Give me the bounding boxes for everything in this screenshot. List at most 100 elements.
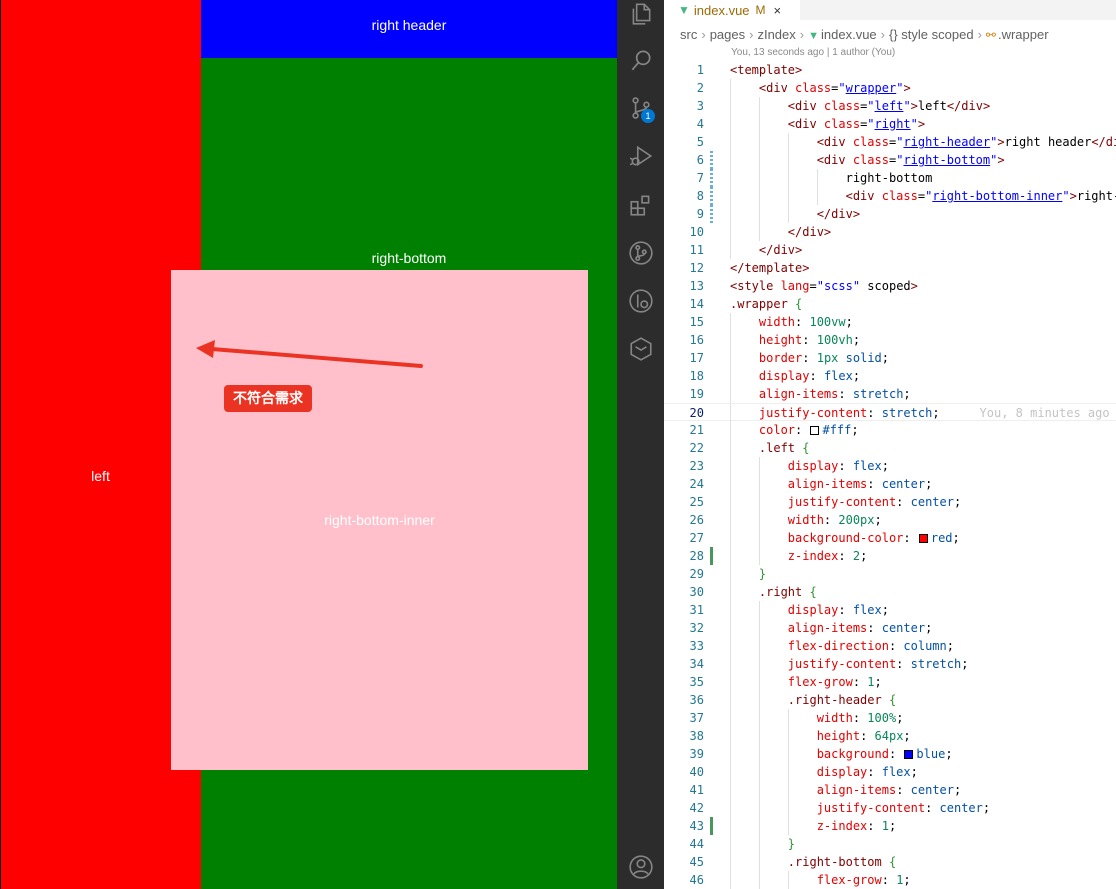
code-text: <div class="right-header">right header</…	[816, 135, 1116, 149]
line-number: 1	[696, 63, 704, 77]
code-line[interactable]: 29 }	[664, 565, 1116, 583]
code-line[interactable]: 39 background: blue;	[664, 745, 1116, 763]
line-number: 44	[689, 837, 704, 851]
code-text: </div>	[816, 207, 861, 221]
run-debug-icon[interactable]	[617, 136, 664, 176]
code-line[interactable]: 21 color: #fff;	[664, 421, 1116, 439]
git-graph-icon[interactable]	[617, 233, 664, 273]
code-line[interactable]: 4 <div class="right">	[664, 115, 1116, 133]
code-line[interactable]: 46 flex-grow: 1;	[664, 871, 1116, 889]
code-line[interactable]: 38 height: 64px;	[664, 727, 1116, 745]
code-line[interactable]: 19 align-items: stretch;	[664, 385, 1116, 403]
color-swatch-icon[interactable]	[918, 534, 928, 543]
code-line[interactable]: 44 }	[664, 835, 1116, 853]
code-line[interactable]: 17 border: 1px solid;	[664, 349, 1116, 367]
breadcrumb-item[interactable]: {} style scoped	[889, 27, 974, 42]
code-line[interactable]: 3 <div class="left">left</div>	[664, 97, 1116, 115]
code-text: width: 100%;	[816, 711, 904, 725]
extensions-icon[interactable]	[617, 185, 664, 225]
code-line[interactable]: 6 <div class="right-bottom">	[664, 151, 1116, 169]
code-text: .right-bottom {	[787, 855, 897, 869]
source-control-icon[interactable]	[617, 88, 664, 128]
code-line[interactable]: 41 align-items: center;	[664, 781, 1116, 799]
color-swatch-icon[interactable]	[904, 750, 914, 759]
git-change-marker[interactable]	[710, 817, 713, 835]
code-line[interactable]: 15 width: 100vw;	[664, 313, 1116, 331]
code-line[interactable]: 42 justify-content: center;	[664, 799, 1116, 817]
blame-codelens[interactable]: You, 13 seconds ago | 1 author (You)	[731, 47, 895, 58]
code-line[interactable]: 35 flex-grow: 1;	[664, 673, 1116, 691]
selector-icon: ⚯	[985, 28, 996, 42]
code-text: height: 64px;	[816, 729, 911, 743]
code-line[interactable]: 30 .right {	[664, 583, 1116, 601]
line-number: 18	[689, 369, 704, 383]
git-change-marker[interactable]	[710, 547, 713, 565]
color-swatch-icon[interactable]	[810, 426, 820, 435]
code-text: z-index: 1;	[816, 819, 897, 833]
code-line[interactable]: 31 display: flex;	[664, 601, 1116, 619]
code-editor[interactable]: ▼ index.vue M × src › pages › zIndex › ▼ index.…	[664, 0, 1116, 889]
breadcrumb-item[interactable]: pages	[710, 27, 745, 42]
code-line[interactable]: 28 z-index: 2;	[664, 547, 1116, 565]
code-line[interactable]: 23 display: flex;	[664, 457, 1116, 475]
code-line[interactable]: 12 </template>	[664, 259, 1116, 277]
code-line[interactable]: 18 display: flex;	[664, 367, 1116, 385]
code-line[interactable]: 34 justify-content: stretch;	[664, 655, 1116, 673]
search-icon[interactable]	[617, 40, 664, 80]
git-change-marker[interactable]	[710, 169, 713, 187]
code-line[interactable]: 8 <div class="right-bottom-inner">right-…	[664, 187, 1116, 205]
breadcrumb-item[interactable]: zIndex	[757, 27, 795, 42]
code-line[interactable]: 37 width: 100%;	[664, 709, 1116, 727]
chevron-right-icon: ›	[701, 27, 706, 42]
right-header-label: right header	[371, 17, 447, 33]
code-area[interactable]: 1 <template> 2 <div class="wrapper"> 3 <div…	[664, 61, 1116, 889]
line-number: 15	[689, 315, 704, 329]
remote-explorer-icon[interactable]	[617, 329, 664, 369]
code-line[interactable]: 24 align-items: center;	[664, 475, 1116, 493]
breadcrumb-item[interactable]: index.vue	[821, 27, 877, 42]
code-line[interactable]: 9 </div>	[664, 205, 1116, 223]
git-change-marker[interactable]	[710, 151, 713, 169]
breadcrumb-item[interactable]: src	[680, 27, 697, 42]
code-line[interactable]: 2 <div class="wrapper">	[664, 79, 1116, 97]
line-number: 33	[689, 639, 704, 653]
code-line[interactable]: 11 </div>	[664, 241, 1116, 259]
accounts-icon[interactable]	[617, 847, 664, 887]
code-line[interactable]: 27 background-color: red;	[664, 529, 1116, 547]
line-number: 41	[689, 783, 704, 797]
code-line[interactable]: 7 right-bottom	[664, 169, 1116, 187]
code-line[interactable]: 13 <style lang="scss" scoped>	[664, 277, 1116, 295]
code-line[interactable]: 36 .right-header {	[664, 691, 1116, 709]
code-line[interactable]: 14 .wrapper {	[664, 295, 1116, 313]
line-number: 43	[689, 819, 704, 833]
code-line[interactable]: 20 justify-content: stretch; You, 8 minut…	[664, 403, 1116, 422]
gitlens-icon[interactable]	[617, 281, 664, 321]
git-change-marker[interactable]	[710, 205, 713, 223]
tab-index-vue[interactable]: ▼ index.vue M ×	[664, 0, 800, 20]
code-line[interactable]: 10 </div>	[664, 223, 1116, 241]
code-text: height: 100vh;	[758, 333, 861, 347]
line-number: 29	[689, 567, 704, 581]
code-line[interactable]: 45 .right-bottom {	[664, 853, 1116, 871]
breadcrumb-item[interactable]: .wrapper	[998, 27, 1049, 42]
code-line[interactable]: 43 z-index: 1;	[664, 817, 1116, 835]
code-line[interactable]: 40 display: flex;	[664, 763, 1116, 781]
code-line[interactable]: 33 flex-direction: column;	[664, 637, 1116, 655]
line-number: 30	[689, 585, 704, 599]
code-text: .wrapper {	[730, 297, 803, 311]
code-text: width: 200px;	[787, 513, 882, 527]
code-line[interactable]: 5 <div class="right-header">right header…	[664, 133, 1116, 151]
line-number: 9	[696, 207, 704, 221]
line-number: 6	[696, 153, 704, 167]
code-line[interactable]: 32 align-items: center;	[664, 619, 1116, 637]
code-line[interactable]: 25 justify-content: center;	[664, 493, 1116, 511]
code-line[interactable]: 26 width: 200px;	[664, 511, 1116, 529]
explorer-icon[interactable]	[617, 0, 664, 34]
git-change-marker[interactable]	[710, 187, 713, 205]
code-line[interactable]: 1 <template>	[664, 61, 1116, 79]
code-line[interactable]: 16 height: 100vh;	[664, 331, 1116, 349]
code-line[interactable]: 22 .left {	[664, 439, 1116, 457]
code-text: width: 100vw;	[758, 315, 853, 329]
chevron-right-icon: ›	[749, 27, 754, 42]
close-icon[interactable]: ×	[774, 3, 782, 18]
